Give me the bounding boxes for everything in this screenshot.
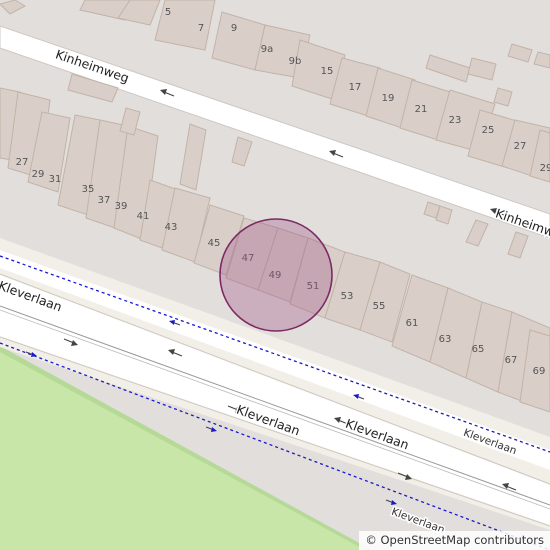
house-number: 35 (82, 184, 95, 195)
house-number: 9b (289, 56, 302, 67)
location-circle-icon[interactable] (219, 218, 333, 332)
house-number: 23 (449, 115, 462, 126)
house-number: 7 (198, 23, 204, 34)
copyright-symbol: © (365, 533, 377, 547)
house-number: 17 (349, 82, 362, 93)
map-canvas: 5 7 9 9a 9b 15 17 19 21 23 25 27 29 27 2… (0, 0, 550, 550)
house-number: 9a (261, 44, 274, 55)
house-number: 15 (321, 66, 334, 77)
attribution-link[interactable]: OpenStreetMap contributors (380, 533, 544, 547)
house-number: 67 (505, 355, 518, 366)
map-attribution: © OpenStreetMap contributors (359, 531, 550, 550)
house-number: 29 (32, 169, 45, 180)
house-number: 63 (439, 334, 452, 345)
house-number: 29 (540, 163, 550, 174)
house-number: 21 (415, 104, 428, 115)
house-number: 27 (16, 157, 29, 168)
map-view[interactable]: 5 7 9 9a 9b 15 17 19 21 23 25 27 29 27 2… (0, 0, 550, 550)
house-number: 19 (382, 93, 395, 104)
house-number: 31 (49, 174, 62, 185)
house-number: 39 (115, 201, 128, 212)
house-number: 69 (533, 366, 546, 377)
house-number: 55 (373, 301, 386, 312)
house-number: 37 (98, 195, 111, 206)
house-number: 43 (165, 222, 178, 233)
house-number: 25 (482, 125, 495, 136)
house-number: 45 (208, 238, 221, 249)
house-number: 61 (406, 318, 419, 329)
house-number: 41 (137, 211, 150, 222)
house-number: 53 (341, 291, 354, 302)
house-number: 9 (231, 23, 237, 34)
house-number: 27 (514, 141, 527, 152)
house-number: 65 (472, 344, 485, 355)
house-number: 5 (165, 7, 171, 18)
